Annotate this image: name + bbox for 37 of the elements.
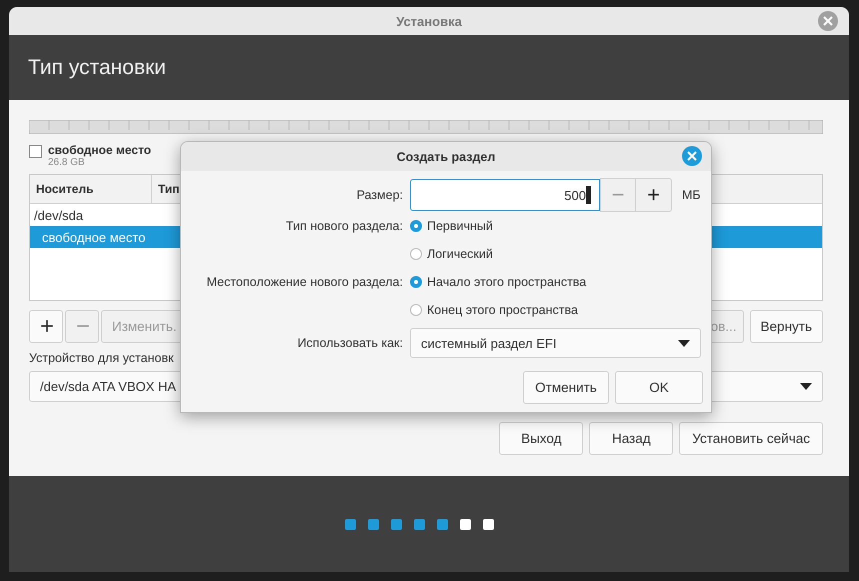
- dialog-title: Создать раздел: [396, 150, 496, 164]
- radio-button[interactable]: [410, 248, 422, 260]
- close-icon[interactable]: [818, 11, 838, 31]
- unit-label: МБ: [682, 188, 701, 202]
- size-field[interactable]: 500: [410, 179, 600, 211]
- window-title: Установка: [396, 14, 462, 28]
- caret-icon: [678, 340, 690, 346]
- legend-size: 26.8 GB: [48, 157, 86, 168]
- close-icon[interactable]: [682, 146, 702, 166]
- device-label: Устройство для установк: [29, 351, 175, 365]
- field-label: Размер:: [356, 188, 403, 202]
- column-header[interactable]: Носитель: [30, 175, 152, 203]
- increment-button[interactable]: +: [636, 178, 672, 212]
- radio-option[interactable]: Начало этого пространства: [410, 268, 701, 296]
- radio-option[interactable]: Первичный: [410, 212, 701, 240]
- field-label: Использовать как:: [296, 336, 403, 350]
- action-button[interactable]: Выход: [499, 422, 584, 455]
- partition-tool-button[interactable]: +: [29, 310, 63, 343]
- radio-button[interactable]: [410, 220, 422, 232]
- dialog-button[interactable]: Отменить: [523, 371, 609, 404]
- caret-icon: [800, 383, 812, 390]
- page-heading: Тип установки: [28, 56, 166, 80]
- radio-button[interactable]: [410, 304, 422, 316]
- radio-label: Конец этого пространства: [427, 303, 578, 317]
- field-label: Местоположение нового раздела:: [206, 275, 403, 289]
- radio-button[interactable]: [410, 276, 422, 288]
- dialog-button[interactable]: OK: [615, 371, 703, 404]
- partition-action-button[interactable]: Вернуть: [750, 310, 823, 343]
- action-button[interactable]: Назад: [589, 422, 674, 455]
- action-button[interactable]: Установить сейчас: [679, 422, 823, 455]
- field-label: Тип нового раздела:: [284, 219, 403, 233]
- radio-label: Логический: [427, 247, 493, 261]
- radio-label: Первичный: [427, 219, 493, 233]
- legend-label: свободное место: [48, 143, 152, 157]
- radio-option[interactable]: Логический: [410, 240, 701, 268]
- use-as-dropdown[interactable]: системный раздел EFI: [410, 328, 701, 358]
- radio-label: Начало этого пространства: [427, 275, 586, 289]
